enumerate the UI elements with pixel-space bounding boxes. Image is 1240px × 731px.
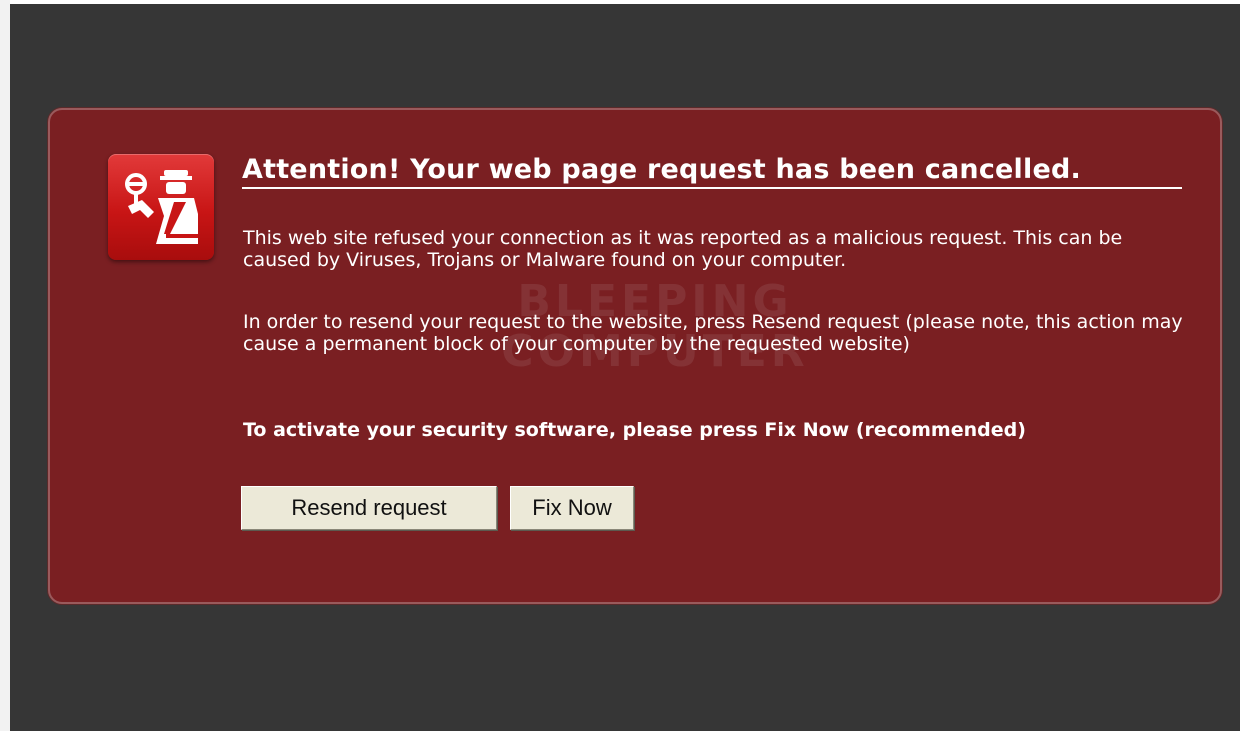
left-strip (0, 0, 10, 731)
malicious-request-message: This web site refused your connection as… (243, 227, 1123, 271)
resend-request-button[interactable]: Resend request (241, 486, 497, 530)
resend-instructions: In order to resend your request to the w… (243, 311, 1183, 355)
alert-title: Attention! Your web page request has bee… (242, 154, 1081, 185)
fix-now-recommendation: To activate your security software, plea… (243, 419, 1026, 441)
security-guard-icon (108, 154, 214, 260)
title-underline (242, 187, 1182, 189)
fix-now-button[interactable]: Fix Now (510, 486, 634, 530)
